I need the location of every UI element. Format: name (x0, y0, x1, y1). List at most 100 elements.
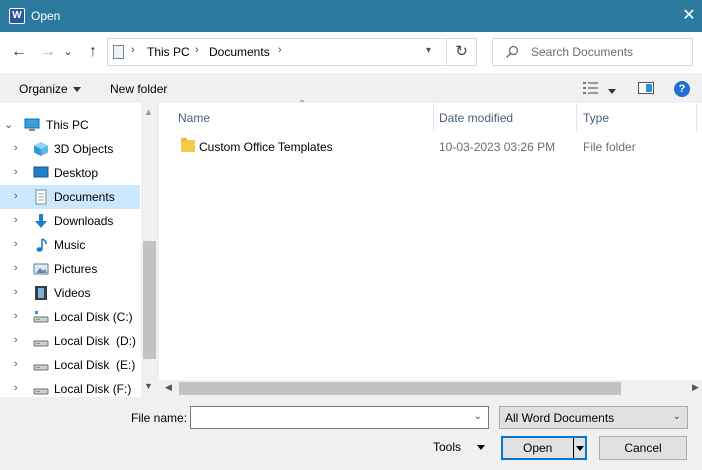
close-icon[interactable]: ✕ (680, 6, 698, 26)
drive-icon (33, 340, 49, 347)
sidebar-item-local-disk-f[interactable]: › Local Disk (F:) (0, 377, 140, 397)
search-icon (506, 45, 519, 58)
file-type-select[interactable]: All Word Documents ⌄ (499, 406, 688, 429)
sidebar-item-local-disk-c[interactable]: › Local Disk (C:) (0, 305, 140, 329)
chevron-right-icon[interactable]: › (14, 166, 18, 178)
scroll-right-icon[interactable]: ▶ (692, 382, 699, 393)
navigation-scrollbar[interactable]: ▲ ▼ (141, 103, 158, 397)
sidebar-item-label: Videos (54, 286, 91, 300)
file-name-label: File name: (131, 411, 188, 425)
sidebar-item-local-disk-d[interactable]: › Local Disk (D:) (0, 329, 140, 353)
breadcrumb-separator[interactable]: › (195, 44, 199, 56)
sidebar-item-label: Pictures (54, 262, 98, 276)
breadcrumb-separator[interactable]: › (278, 44, 282, 56)
scrollbar-thumb[interactable] (143, 241, 156, 359)
chevron-right-icon[interactable]: › (14, 142, 18, 154)
scrollbar-thumb[interactable] (179, 382, 621, 395)
preview-pane-icon[interactable] (638, 82, 654, 94)
sidebar-item-downloads[interactable]: › Downloads (0, 209, 140, 233)
table-row[interactable]: Custom Office Templates 10-03-2023 03:26… (159, 135, 702, 159)
address-bar[interactable]: › This PC › Documents › ▾ (107, 38, 447, 66)
column-header-type[interactable]: Type (583, 111, 609, 125)
chevron-down-icon: ⌄ (672, 411, 681, 422)
breadcrumb-documents[interactable]: Documents (209, 45, 270, 59)
sidebar-item-label: This PC (46, 118, 89, 132)
file-date-modified: 10-03-2023 03:26 PM (439, 140, 556, 154)
view-options-dropdown[interactable] (608, 84, 616, 98)
sidebar-item-label: Local Disk (E:) (54, 358, 136, 372)
organize-label: Organize (19, 82, 68, 96)
chevron-right-icon[interactable]: › (14, 358, 18, 370)
column-header-name[interactable]: Name (178, 111, 210, 125)
file-type-value: All Word Documents (505, 411, 615, 425)
chevron-right-icon[interactable]: › (14, 190, 18, 202)
open-button[interactable]: Open (501, 436, 587, 460)
chevron-right-icon[interactable]: › (14, 310, 18, 322)
organize-button[interactable]: Organize (19, 82, 81, 96)
sidebar-item-documents[interactable]: › Documents (0, 185, 140, 209)
documents-icon (35, 189, 47, 205)
sidebar-item-label: Local Disk (C:) (54, 310, 133, 324)
chevron-down-icon[interactable]: ⌄ (4, 118, 13, 131)
chevron-right-icon[interactable]: › (14, 214, 18, 226)
file-name: Custom Office Templates (199, 140, 333, 154)
file-list: ⌃ Name Date modified Type Custom Office … (159, 99, 702, 397)
column-header-date-modified[interactable]: Date modified (439, 111, 513, 125)
chevron-down-icon[interactable] (576, 446, 584, 451)
sidebar-item-pictures[interactable]: › Pictures (0, 257, 140, 281)
sidebar-item-local-disk-e[interactable]: › Local Disk (E:) (0, 353, 140, 377)
file-name-field[interactable]: ⌄ (190, 406, 489, 429)
chevron-right-icon[interactable]: › (14, 382, 18, 394)
sidebar-item-label: Documents (54, 190, 115, 204)
chevron-right-icon[interactable]: › (14, 262, 18, 274)
horizontal-scrollbar[interactable]: ◀ ▶ (159, 380, 702, 397)
tools-label: Tools (433, 440, 462, 454)
forward-arrow-icon[interactable]: → (37, 41, 59, 63)
title-bar: W Open ✕ (0, 0, 702, 32)
chevron-right-icon[interactable]: › (14, 334, 18, 346)
breadcrumb-this-pc[interactable]: This PC (147, 45, 190, 59)
sidebar-item-label: Local Disk (F:) (54, 382, 132, 396)
scroll-down-icon[interactable]: ▼ (144, 381, 153, 391)
sidebar-item-music[interactable]: › Music (0, 233, 140, 257)
recent-locations-chevron-icon[interactable]: ⌄ (57, 41, 79, 63)
pictures-icon (33, 263, 49, 275)
drive-icon (33, 388, 49, 395)
music-icon (36, 238, 47, 252)
sidebar-item-label: Desktop (54, 166, 99, 180)
file-type: File folder (583, 140, 636, 154)
chevron-down-icon[interactable]: ▾ (426, 45, 431, 56)
chevron-down-icon[interactable]: ⌄ (474, 411, 482, 422)
drive-icon (33, 364, 49, 371)
back-arrow-icon[interactable]: ← (8, 41, 30, 63)
scroll-left-icon[interactable]: ◀ (165, 382, 172, 393)
column-divider[interactable] (433, 103, 434, 131)
column-divider[interactable] (696, 103, 697, 131)
search-input[interactable] (531, 43, 686, 61)
help-icon[interactable]: ? (674, 81, 690, 97)
breadcrumb-separator[interactable]: › (131, 44, 135, 56)
split-divider (573, 438, 574, 458)
up-arrow-icon[interactable]: ↑ (82, 41, 104, 63)
view-options-icon[interactable] (583, 82, 598, 94)
new-folder-button[interactable]: New folder (110, 82, 167, 96)
tools-button[interactable]: Tools (433, 440, 486, 454)
open-label: Open (523, 441, 553, 455)
cancel-button[interactable]: Cancel (599, 436, 687, 460)
search-box[interactable] (492, 38, 693, 66)
videos-icon (35, 286, 47, 300)
sidebar-item-label: Downloads (54, 214, 114, 228)
computer-icon (24, 118, 40, 131)
documents-location-icon (113, 45, 124, 59)
chevron-right-icon[interactable]: › (14, 286, 18, 298)
sidebar-item-videos[interactable]: › Videos (0, 281, 140, 305)
scroll-up-icon[interactable]: ▲ (144, 107, 153, 117)
drive-icon (33, 311, 49, 323)
column-divider[interactable] (576, 103, 577, 131)
chevron-right-icon[interactable]: › (14, 238, 18, 250)
sidebar-item-3d-objects[interactable]: › 3D Objects (0, 137, 140, 161)
refresh-icon[interactable]: ↻ (447, 38, 477, 66)
sidebar-item-this-pc[interactable]: ⌄ This PC (0, 113, 140, 137)
sidebar-item-desktop[interactable]: › Desktop (0, 161, 140, 185)
chevron-down-icon (608, 89, 616, 95)
